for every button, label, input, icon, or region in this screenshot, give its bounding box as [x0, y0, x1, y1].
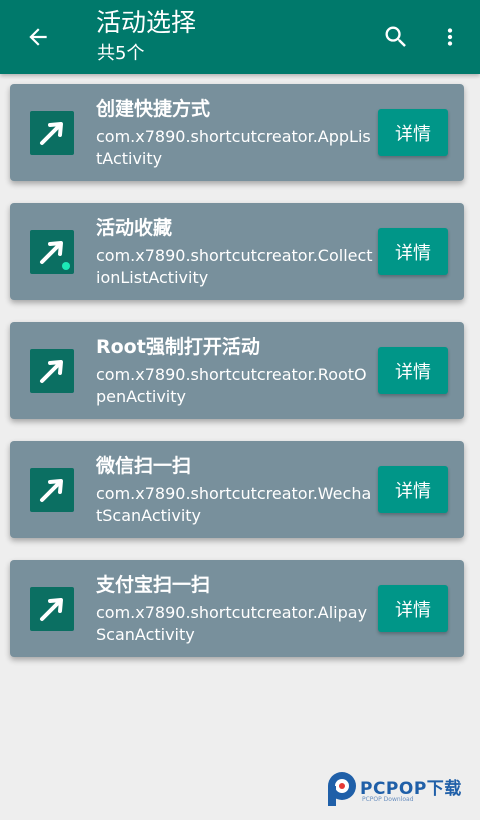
- detail-button[interactable]: 详情: [378, 347, 448, 394]
- more-vert-icon: [447, 28, 453, 46]
- shortcut-arrow-icon: [30, 349, 74, 393]
- watermark: PCPOP下载 PCPOP Download: [326, 770, 471, 810]
- pcpop-logo-icon: [328, 772, 356, 806]
- back-button[interactable]: [18, 17, 58, 57]
- search-icon: [385, 26, 406, 47]
- shortcut-arrow-icon: [30, 230, 74, 274]
- activity-title: 创建快捷方式: [96, 98, 211, 120]
- page-title: 活动选择: [96, 8, 197, 37]
- shortcut-arrow-icon: [30, 468, 74, 512]
- page-subtitle: 共5个: [97, 43, 145, 64]
- activity-title: Root强制打开活动: [96, 336, 260, 358]
- activity-title: 支付宝扫一扫: [96, 574, 211, 596]
- detail-button[interactable]: 详情: [378, 466, 448, 513]
- shortcut-arrow-icon: [30, 587, 74, 631]
- activity-package: com.x7890.shortcutcreator.WechatScanActi…: [96, 484, 372, 525]
- favorite-dot-icon: [62, 262, 70, 270]
- activity-item[interactable]: 支付宝扫一扫 com.x7890.shortcutcreator.AlipayS…: [10, 560, 464, 657]
- activity-package: com.x7890.shortcutcreator.CollectionList…: [96, 246, 373, 287]
- detail-button[interactable]: 详情: [378, 109, 448, 156]
- watermark-small: PCPOP Download: [362, 796, 414, 803]
- activity-package: com.x7890.shortcutcreator.AppListActivit…: [96, 127, 371, 168]
- detail-button[interactable]: 详情: [378, 585, 448, 632]
- app-bar: 活动选择 共5个: [0, 0, 480, 74]
- activity-item[interactable]: 创建快捷方式 com.x7890.shortcutcreator.AppList…: [10, 84, 464, 181]
- activity-item[interactable]: Root强制打开活动 com.x7890.shortcutcreator.Roo…: [10, 322, 464, 419]
- activity-title: 活动收藏: [96, 217, 173, 239]
- activity-package: com.x7890.shortcutcreator.AlipayScanActi…: [96, 603, 368, 644]
- search-button[interactable]: [376, 17, 416, 57]
- activity-list: 创建快捷方式 com.x7890.shortcutcreator.AppList…: [10, 84, 464, 679]
- activity-package: com.x7890.shortcutcreator.RootOpenActivi…: [96, 365, 367, 406]
- shortcut-arrow-icon: [30, 111, 74, 155]
- arrow-back-icon: [29, 28, 47, 46]
- activity-item[interactable]: 活动收藏 com.x7890.shortcutcreator.Collectio…: [10, 203, 464, 300]
- detail-button[interactable]: 详情: [378, 228, 448, 275]
- activity-item[interactable]: 微信扫一扫 com.x7890.shortcutcreator.WechatSc…: [10, 441, 464, 538]
- activity-title: 微信扫一扫: [96, 455, 192, 477]
- more-options-button[interactable]: [430, 17, 470, 57]
